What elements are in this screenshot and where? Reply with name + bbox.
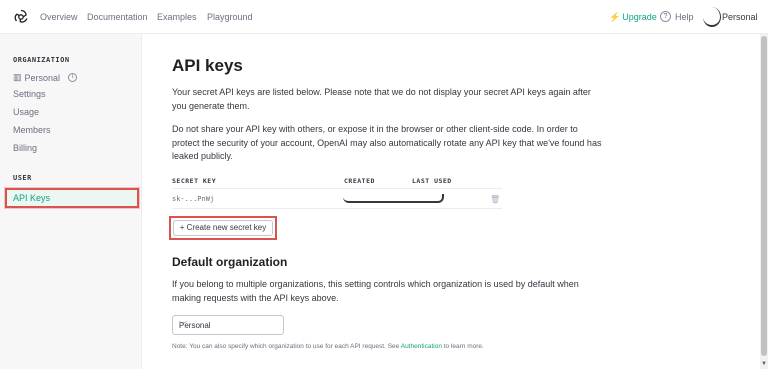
default-org-description: If you belong to multiple organizations,… bbox=[172, 279, 579, 303]
upgrade-link[interactable]: ⚡ Upgrade bbox=[609, 12, 657, 23]
scrollbar[interactable]: ▼ bbox=[760, 34, 768, 369]
org-name: Personal bbox=[24, 72, 61, 83]
create-key-highlight: + Create new secret key bbox=[169, 216, 277, 240]
nav-examples[interactable]: Examples bbox=[157, 12, 197, 22]
openai-logo-icon[interactable] bbox=[13, 9, 29, 25]
account-name[interactable]: Personal bbox=[722, 12, 758, 22]
org-note: Note: You can also specify which organiz… bbox=[172, 343, 484, 350]
default-org-title: Default organization bbox=[172, 255, 288, 269]
organization-heading: ORGANIZATION bbox=[13, 56, 70, 64]
intro-text: Your secret API keys are listed below. P… bbox=[172, 87, 591, 111]
table-divider bbox=[172, 208, 502, 209]
authentication-link[interactable]: Authentication bbox=[401, 343, 442, 350]
column-header-secret-key: SECRET KEY bbox=[172, 177, 217, 185]
chevron-down-icon: ﹀ bbox=[179, 321, 187, 330]
sidebar: ORGANIZATION ▥ Personal i Settings Usage… bbox=[0, 34, 142, 369]
created-date-cell bbox=[343, 194, 444, 203]
nav-playground[interactable]: Playground bbox=[207, 12, 253, 22]
user-heading: USER bbox=[13, 174, 32, 182]
upgrade-label: Upgrade bbox=[622, 12, 657, 22]
note-prefix: Note: You can also specify which organiz… bbox=[172, 343, 401, 350]
column-header-last-used: LAST USED bbox=[412, 177, 452, 185]
page-title: API keys bbox=[172, 56, 243, 75]
help-label: Help bbox=[675, 11, 694, 22]
help-button[interactable]: ? Help bbox=[660, 11, 694, 22]
column-header-created: CREATED bbox=[344, 177, 375, 185]
trash-icon[interactable]: 🗑 bbox=[490, 195, 500, 204]
scrollbar-thumb[interactable] bbox=[761, 36, 767, 356]
sidebar-item-settings[interactable]: Settings bbox=[13, 89, 46, 99]
sidebar-item-api-keys-label: API Keys bbox=[13, 193, 51, 203]
nav-overview[interactable]: Overview bbox=[40, 12, 78, 22]
bolt-icon: ⚡ bbox=[609, 12, 621, 22]
create-new-secret-key-button[interactable]: + Create new secret key bbox=[173, 220, 273, 236]
scroll-down-icon[interactable]: ▼ bbox=[761, 361, 767, 367]
sidebar-item-billing[interactable]: Billing bbox=[13, 143, 37, 153]
sidebar-item-members[interactable]: Members bbox=[13, 125, 51, 135]
nav-documentation[interactable]: Documentation bbox=[87, 12, 148, 22]
sidebar-item-usage[interactable]: Usage bbox=[13, 107, 39, 117]
secret-key-value: sk-...PnWj bbox=[172, 195, 215, 203]
sidebar-item-api-keys[interactable]: API Keys bbox=[5, 188, 139, 208]
top-navbar: Overview Documentation Examples Playgrou… bbox=[0, 0, 768, 34]
info-icon[interactable]: i bbox=[68, 73, 78, 82]
table-divider bbox=[172, 188, 502, 189]
org-selector[interactable]: ▥ Personal i bbox=[13, 72, 78, 83]
note-suffix: to learn more. bbox=[441, 343, 484, 350]
question-circle-icon: ? bbox=[660, 11, 671, 22]
default-org-select[interactable]: Personal ﹀ bbox=[172, 315, 284, 335]
avatar[interactable] bbox=[703, 7, 721, 27]
building-icon: ▥ bbox=[13, 72, 22, 82]
security-warning-text: Do not share your API key with others, o… bbox=[172, 124, 602, 161]
